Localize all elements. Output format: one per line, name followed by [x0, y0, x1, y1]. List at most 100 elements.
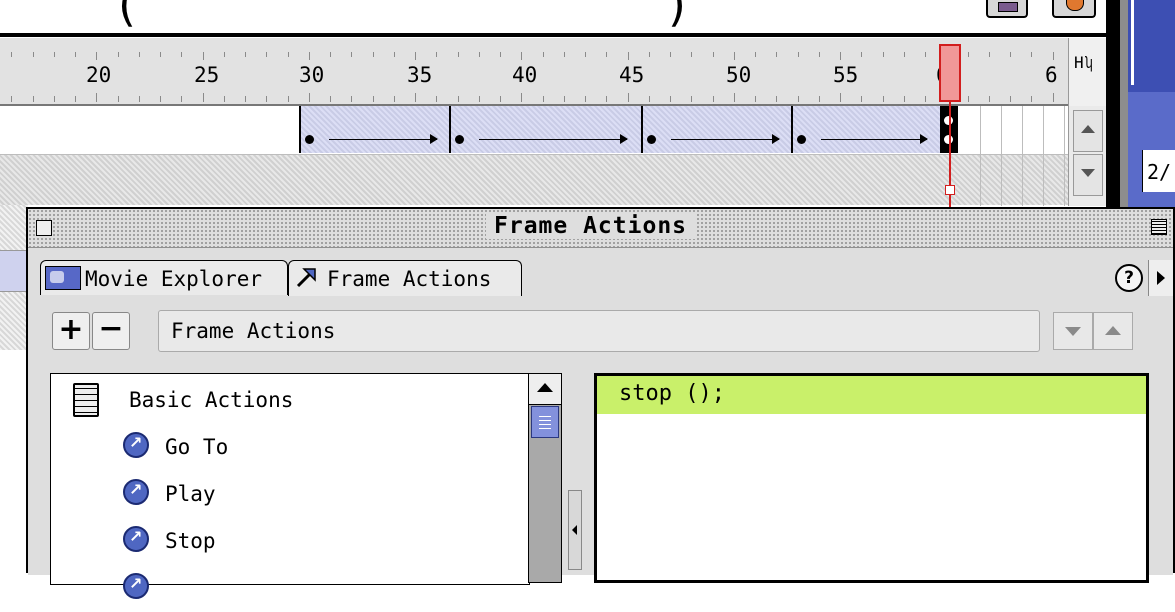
motion-tween-span[interactable]: [449, 106, 641, 153]
scroll-down-button[interactable]: [1073, 154, 1103, 196]
frame-number-label: 20: [86, 63, 112, 87]
frame-number-label: 35: [407, 63, 433, 87]
tab-movie-explorer[interactable]: Movie Explorer: [40, 260, 288, 295]
ruler-tick: [967, 96, 969, 102]
timeline-ruler[interactable]: 2025303540455055606: [0, 38, 1068, 106]
motion-tween-span[interactable]: [791, 106, 941, 153]
ruler-tick: [797, 96, 799, 102]
toolbox-item-play[interactable]: Play: [51, 472, 529, 518]
timeline-scrollbar[interactable]: [1068, 106, 1107, 206]
ruler-tick: [500, 96, 501, 102]
ruler-tick: [11, 96, 13, 102]
top-border: [0, 33, 1122, 37]
ruler-tick: [11, 52, 13, 57]
ruler-tick: [861, 52, 863, 57]
ruler-tick: [96, 93, 98, 102]
ruler-tick: [223, 52, 225, 57]
scroll-up-button[interactable]: [1073, 110, 1103, 152]
ruler-tick: [330, 52, 331, 57]
ruler-tick: [818, 96, 820, 102]
toolbox-scrollbar[interactable]: [528, 373, 562, 583]
ruler-tick: [967, 52, 969, 57]
tab-frame-actions[interactable]: Frame Actions: [288, 260, 522, 296]
background-window-top: [1128, 0, 1175, 92]
ruler-tick: [521, 93, 523, 102]
ruler-tick: [988, 96, 990, 102]
ruler-tick: [351, 52, 353, 57]
ruler-tick: [117, 52, 119, 57]
symbol-button[interactable]: [1052, 0, 1096, 18]
frame-actions-panel: Frame Actions Movie Explorer Frame Actio…: [26, 207, 1175, 599]
ruler-tick: [308, 93, 310, 102]
ruler-tick: [818, 52, 820, 57]
tween-arrow: [329, 134, 438, 144]
ruler-tick: [903, 52, 905, 57]
ruler-tick: [1010, 96, 1011, 102]
ruler-tick: [755, 96, 756, 102]
ruler-tick: [138, 52, 140, 57]
pane-splitter[interactable]: [568, 490, 582, 570]
ruler-tick: [882, 96, 884, 102]
ruler-tick: [755, 52, 756, 57]
scroll-up-button[interactable]: [529, 374, 561, 405]
empty-frames-grid[interactable]: [960, 106, 1068, 206]
ruler-tick: [585, 96, 586, 102]
ruler-tick: [393, 52, 395, 57]
scene-button[interactable]: [986, 0, 1028, 18]
action-icon: [123, 479, 149, 505]
toolbox-item-go-to[interactable]: Go To: [51, 425, 529, 471]
ruler-tick: [160, 96, 161, 102]
ruler-tick: [75, 96, 76, 102]
script-editor[interactable]: stop ();: [594, 373, 1149, 583]
ruler-tick: [648, 52, 650, 57]
frame-number-label: 45: [619, 63, 645, 87]
ruler-tick: [606, 96, 608, 102]
toolbox-item-stop[interactable]: Stop: [51, 519, 529, 565]
ruler-tick: [925, 52, 926, 57]
move-down-button[interactable]: [1053, 312, 1093, 350]
script-line-selected[interactable]: stop ();: [597, 376, 1146, 414]
panel-menu-icon[interactable]: [1151, 219, 1167, 235]
actions-toolbox-list[interactable]: Basic Actions Go To Play Stop: [50, 373, 530, 599]
ruler-tick: [797, 52, 799, 57]
close-box-icon[interactable]: [36, 220, 52, 236]
move-up-button[interactable]: [1093, 312, 1133, 350]
frame-view-options-button[interactable]: Hʮ: [1068, 38, 1107, 106]
delete-action-button[interactable]: −: [92, 312, 130, 350]
tween-arrow: [479, 134, 628, 144]
timeline-layer-2[interactable]: [0, 155, 1068, 205]
motion-tween-span[interactable]: [299, 106, 449, 153]
help-button[interactable]: ?: [1115, 264, 1143, 292]
frame-actions-icon: [296, 268, 316, 288]
ruler-tick: [627, 93, 629, 102]
ruler-tick: [648, 96, 650, 102]
category-label: Basic Actions: [129, 388, 294, 412]
playhead[interactable]: [939, 44, 961, 102]
action-name-field[interactable]: Frame Actions: [158, 310, 1040, 352]
ruler-tick: [372, 52, 374, 57]
ruler-tick: [733, 93, 735, 102]
action-icon: [123, 526, 149, 552]
frame-number-label: 25: [194, 63, 220, 87]
ruler-tick: [988, 52, 990, 57]
panel-options-arrow-icon[interactable]: [1148, 260, 1173, 296]
ruler-tick: [287, 96, 289, 102]
ruler-tick: [415, 93, 416, 102]
scroll-thumb[interactable]: [531, 406, 559, 438]
ruler-tick: [287, 52, 289, 57]
ruler-tick: [542, 96, 544, 102]
add-action-button[interactable]: +: [52, 312, 90, 350]
panel-tabs: Movie Explorer Frame Actions ?: [28, 248, 1175, 338]
ruler-tick: [415, 52, 416, 60]
ruler-tick: [776, 96, 778, 102]
ruler-tick: [712, 96, 714, 102]
top-partial-glyph-left: (: [118, 0, 136, 32]
motion-tween-span[interactable]: [641, 106, 791, 153]
ruler-tick: [1052, 52, 1054, 60]
frame-view-icon: Hʮ: [1074, 53, 1094, 72]
ruler-tick: [138, 96, 140, 102]
ruler-tick: [861, 96, 863, 102]
toolbox-category-basic-actions[interactable]: Basic Actions: [51, 378, 529, 424]
panel-titlebar[interactable]: Frame Actions: [28, 209, 1173, 248]
ruler-tick: [436, 96, 438, 102]
